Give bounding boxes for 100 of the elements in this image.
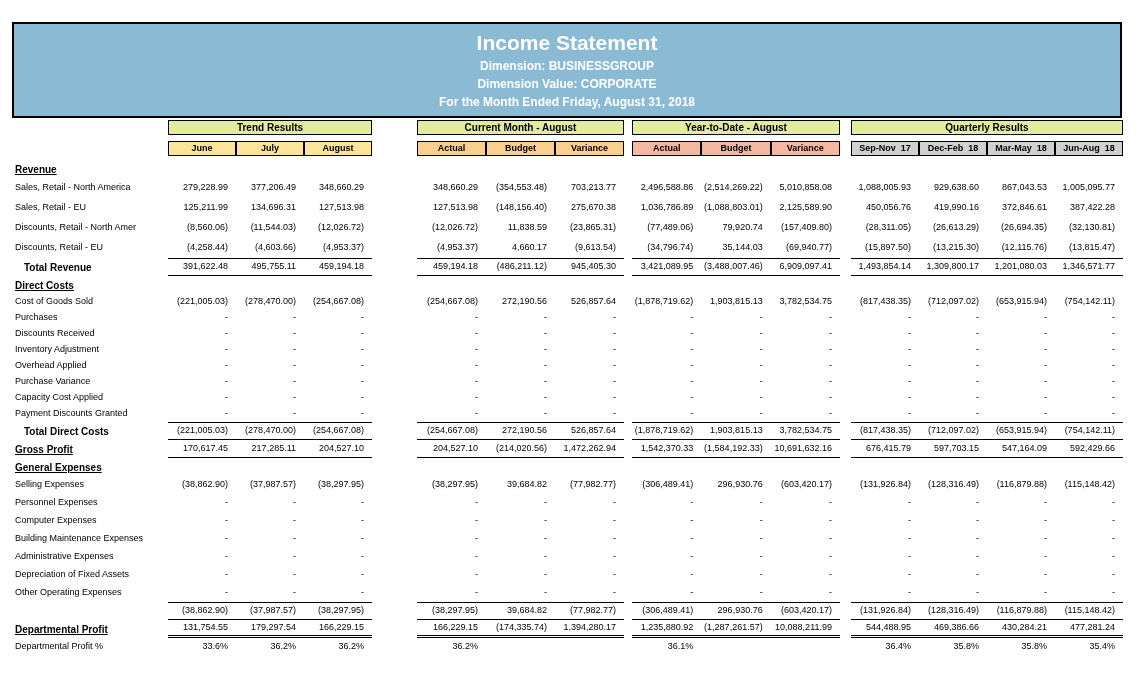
table-cell: (4,603.66) (254, 241, 296, 255)
table-cell: (9,613.54) (574, 241, 616, 255)
table-cell: - (613, 311, 616, 325)
column-header: Budget (701, 141, 771, 156)
table-cell: - (1112, 391, 1115, 405)
column-header: August (304, 141, 372, 156)
row-label: Selling Expenses (15, 478, 85, 492)
table-cell: - (1112, 550, 1115, 564)
table-cell-text: 1,542,370.33 (640, 441, 694, 455)
table-cell: - (544, 359, 547, 373)
table-cell: (38,297.95) (431, 478, 478, 492)
table-cell: 391,622.48 (182, 260, 228, 274)
section-heading: General Expenses (15, 460, 102, 475)
table-cell: - (1112, 359, 1115, 373)
table-cell: - (690, 550, 694, 564)
table-cell: - (544, 375, 547, 389)
table-cell: - (690, 391, 694, 405)
table-cell: - (544, 532, 547, 546)
table-cell: 35.8% (1021, 640, 1047, 654)
table-cell-text: 204,527.10 (318, 441, 364, 455)
table-cell: 36.2% (452, 640, 478, 654)
table-cell: - (908, 407, 911, 421)
table-cell: (278,470.00) (244, 295, 296, 309)
table-cell: - (976, 359, 979, 373)
column-group-title: Quarterly Results (851, 120, 1123, 135)
row-label: Inventory Adjustment (15, 343, 100, 357)
table-cell: - (908, 568, 911, 582)
table-cell-text: 10,691,632.16 (774, 441, 832, 455)
table-cell: - (475, 375, 478, 389)
table-cell: - (225, 568, 228, 582)
table-cell: - (690, 343, 694, 357)
table-cell: 36.4% (885, 640, 911, 654)
table-cell: - (1044, 375, 1047, 389)
table-cell-text: 217,285.11 (251, 441, 296, 455)
table-cell: - (1112, 568, 1115, 582)
row-label: Other Operating Expenses (15, 586, 122, 600)
table-cell: (12,115.76) (1001, 241, 1047, 255)
table-cell: - (976, 568, 979, 582)
table-cell: - (293, 586, 296, 600)
table-cell-text: 166,229.15 (318, 620, 364, 634)
table-cell: - (293, 496, 296, 510)
table-cell: - (475, 532, 478, 546)
table-cell-text: (1,287,261.57) (704, 620, 763, 634)
table-cell: (254,667.08) (426, 295, 478, 309)
table-cell: - (1112, 514, 1115, 528)
table-cell: 3,782,534.75 (779, 295, 832, 309)
table-cell: - (976, 327, 979, 341)
table-cell: - (759, 568, 763, 582)
table-cell: - (293, 550, 296, 564)
table-cell: (116,879.88) (996, 604, 1047, 618)
table-cell: - (544, 311, 547, 325)
table-cell: 35.4% (1089, 640, 1115, 654)
table-cell: (38,297.95) (431, 604, 478, 618)
table-cell: - (908, 359, 911, 373)
table-cell: 1,903,815.13 (710, 295, 763, 309)
column-header: Variance (770, 141, 840, 156)
table-cell: - (690, 514, 694, 528)
table-cell: - (976, 375, 979, 389)
table-cell-text: 170,617.45 (182, 441, 228, 455)
table-cell: 35,144.03 (722, 241, 763, 255)
report-title: Income Statement (476, 30, 658, 56)
column-header: Dec-Feb 18 (919, 141, 987, 156)
table-cell: - (976, 586, 979, 600)
table-cell: - (1112, 532, 1115, 546)
table-cell: - (759, 343, 763, 357)
table-cell: - (829, 375, 832, 389)
table-cell: - (759, 407, 763, 421)
table-cell: - (690, 359, 694, 373)
table-cell: - (361, 391, 364, 405)
table-cell: - (475, 359, 478, 373)
table-cell: (23,865.31) (569, 221, 616, 235)
table-cell: 127,513.98 (432, 201, 478, 215)
table-cell: - (225, 407, 228, 421)
table-cell: 459,194.18 (432, 260, 478, 274)
table-cell-text: (174,335.74) (495, 620, 547, 634)
table-cell: (653,915.94) (995, 295, 1047, 309)
column-header: Sep-Nov 17 (851, 141, 919, 156)
table-cell: 272,190.56 (501, 295, 547, 309)
table-cell: - (544, 343, 547, 357)
table-cell: (1,088,803.01) (704, 201, 763, 215)
table-cell: (817,438.35) (859, 424, 911, 438)
row-label: Discounts, Retail - EU (15, 241, 104, 255)
table-cell: - (293, 514, 296, 528)
column-group-title: Trend Results (168, 120, 372, 135)
table-cell-text: 1,472,262.94 (563, 441, 616, 455)
table-cell: (38,862.90) (181, 604, 228, 618)
table-cell-text: 10,088,211.99 (775, 620, 832, 634)
table-cell-text: 166,229.15 (432, 620, 478, 634)
table-cell: - (1112, 375, 1115, 389)
table-cell: - (690, 532, 694, 546)
table-cell: - (293, 359, 296, 373)
table-cell: (28,311.05) (865, 221, 911, 235)
table-cell: (486,211.12) (496, 260, 547, 274)
table-cell: (77,982.77) (569, 478, 616, 492)
table-cell: (13,815.47) (1068, 241, 1115, 255)
table-cell: 3,782,534.75 (779, 424, 832, 438)
table-cell: - (293, 568, 296, 582)
table-cell: (131,926.84) (859, 478, 911, 492)
table-cell: 1,005,095.77 (1062, 181, 1115, 195)
table-cell: - (613, 359, 616, 373)
